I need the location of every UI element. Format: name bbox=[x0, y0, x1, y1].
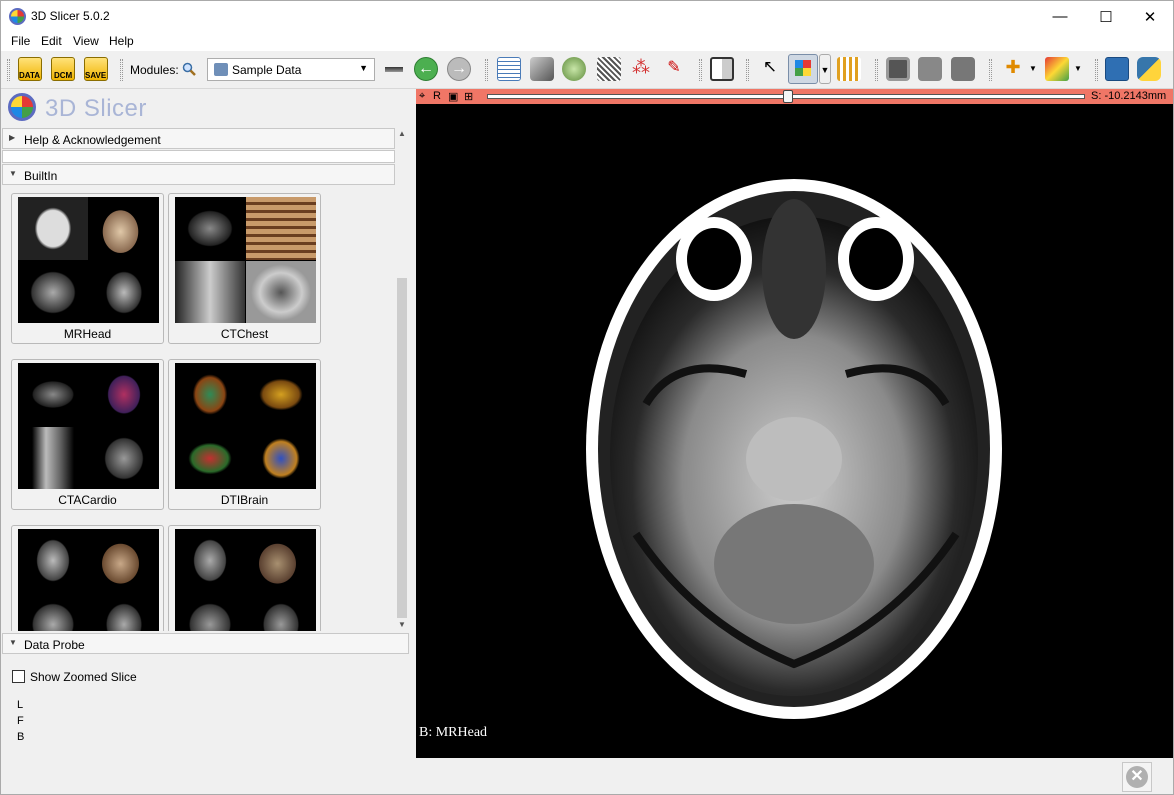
error-icon: ✕ bbox=[1126, 766, 1148, 788]
help-section-header[interactable]: ▶ Help & Acknowledgement bbox=[2, 128, 395, 149]
toolbar-grip[interactable] bbox=[989, 59, 992, 81]
load-data-button[interactable]: DATA bbox=[18, 57, 42, 81]
probe-coord-f: F bbox=[17, 715, 24, 727]
crosshair-icon[interactable]: ✚ bbox=[1001, 57, 1025, 81]
slice-offset-slider-handle[interactable] bbox=[783, 90, 793, 103]
chevron-down-icon[interactable]: ▼ bbox=[1072, 57, 1084, 81]
collapse-arrow-icon: ▼ bbox=[9, 169, 17, 178]
builtin-section-header[interactable]: ▼ BuiltIn bbox=[2, 164, 395, 185]
screenshot-icon[interactable] bbox=[886, 57, 910, 81]
probe-coord-l: L bbox=[17, 699, 24, 711]
menu-bar: File Edit View Help bbox=[1, 32, 1173, 51]
pin-icon[interactable]: ⌖ bbox=[419, 90, 425, 103]
dataset-mrbraintumor1[interactable] bbox=[11, 525, 164, 631]
module-selector[interactable]: Sample Data ▼ bbox=[207, 58, 375, 81]
layout-icon[interactable] bbox=[710, 57, 734, 81]
modules-label: Modules: bbox=[130, 63, 179, 77]
status-bar bbox=[1, 758, 1173, 794]
data-module-icon[interactable] bbox=[497, 57, 521, 81]
crosshair-settings-icon[interactable] bbox=[837, 57, 861, 81]
volumes-module-icon[interactable] bbox=[530, 57, 554, 81]
module-history-button[interactable] bbox=[383, 57, 405, 81]
window-level-button[interactable] bbox=[788, 54, 818, 84]
dataset-mrbraintumor2[interactable] bbox=[168, 525, 321, 631]
app-window: 3D Slicer 5.0.2 — ☐ ✕ File Edit View Hel… bbox=[0, 0, 1174, 795]
slicer-app-icon bbox=[9, 8, 26, 25]
toolbar-grip[interactable] bbox=[7, 59, 10, 81]
menu-file[interactable]: File bbox=[11, 34, 30, 48]
view-layout-icon[interactable]: ⊞ bbox=[464, 90, 473, 103]
slice-intersection-icon[interactable] bbox=[1045, 57, 1069, 81]
save-button[interactable]: SAVE bbox=[84, 57, 108, 81]
toolbar-grip[interactable] bbox=[875, 59, 878, 81]
probe-coord-b: B bbox=[17, 731, 25, 743]
title-bar: 3D Slicer 5.0.2 — ☐ ✕ bbox=[1, 1, 1173, 32]
builtin-dataset-grid: MRHead CTChest CTACardio DTIBrain bbox=[2, 186, 395, 631]
sample-data-search[interactable] bbox=[2, 150, 395, 163]
mrbraintumor1-thumbnail bbox=[18, 529, 159, 631]
slice-offset-value: S: -10.2143mm bbox=[1091, 90, 1167, 102]
toolbar-grip[interactable] bbox=[746, 59, 749, 81]
menu-view[interactable]: View bbox=[73, 34, 99, 48]
minimize-button[interactable]: — bbox=[1037, 1, 1083, 32]
close-button[interactable]: ✕ bbox=[1127, 1, 1173, 32]
search-icon[interactable] bbox=[182, 62, 196, 76]
ctchest-thumbnail bbox=[175, 197, 316, 323]
dicom-button[interactable]: DCM bbox=[51, 57, 75, 81]
toolbar-grip[interactable] bbox=[485, 59, 488, 81]
data-probe-section-header[interactable]: ▼ Data Probe bbox=[2, 633, 409, 654]
python-console-icon[interactable] bbox=[1137, 57, 1161, 81]
chevron-down-icon: ▼ bbox=[359, 63, 368, 73]
background-volume-label: B: MRHead bbox=[419, 725, 488, 740]
ctacardio-thumbnail bbox=[18, 363, 159, 489]
capture-view-icon[interactable] bbox=[951, 57, 975, 81]
extension-manager-icon[interactable] bbox=[1105, 57, 1129, 81]
segment-editor-icon[interactable]: ✎ bbox=[662, 57, 686, 81]
main-toolbar: DATA DCM SAVE Modules: Sample Data ▼ ← →… bbox=[1, 51, 1173, 89]
dtibrain-thumbnail bbox=[175, 363, 316, 489]
mouse-pointer-icon[interactable]: ↖ bbox=[758, 57, 782, 81]
link-icon[interactable]: ▣ bbox=[448, 90, 458, 103]
menu-help[interactable]: Help bbox=[109, 34, 134, 48]
scroll-up-icon[interactable]: ▲ bbox=[398, 129, 406, 138]
chevron-down-icon[interactable]: ▼ bbox=[819, 54, 831, 84]
show-zoomed-slice-label: Show Zoomed Slice bbox=[30, 670, 137, 684]
panel-scrollbar[interactable]: ▲ ▼ bbox=[395, 128, 409, 631]
maximize-button[interactable]: ☐ bbox=[1083, 1, 1129, 32]
dataset-ctacardio[interactable]: CTACardio bbox=[11, 359, 164, 510]
dataset-dtibrain[interactable]: DTIBrain bbox=[168, 359, 321, 510]
scroll-down-icon[interactable]: ▼ bbox=[398, 620, 406, 629]
menu-edit[interactable]: Edit bbox=[41, 34, 62, 48]
slicer-logo-icon bbox=[8, 93, 36, 121]
toolbar-grip[interactable] bbox=[1095, 59, 1098, 81]
collapse-arrow-icon: ▼ bbox=[9, 638, 17, 647]
dataset-ctchest[interactable]: CTChest bbox=[168, 193, 321, 344]
slicer-logo: 3D Slicer bbox=[5, 91, 405, 127]
toolbar-grip[interactable] bbox=[699, 59, 702, 81]
scene-view-icon[interactable] bbox=[918, 57, 942, 81]
view-orientation-label[interactable]: R bbox=[433, 90, 441, 102]
models-module-icon[interactable] bbox=[562, 57, 586, 81]
window-title: 3D Slicer 5.0.2 bbox=[31, 9, 110, 23]
mrbraintumor2-thumbnail bbox=[175, 529, 316, 631]
module-selected: Sample Data bbox=[232, 63, 302, 77]
scrollbar-thumb[interactable] bbox=[397, 278, 407, 618]
logo-text: 3D Slicer bbox=[45, 95, 147, 122]
puzzle-icon bbox=[214, 63, 228, 76]
mrhead-thumbnail bbox=[18, 197, 159, 323]
show-zoomed-slice-checkbox[interactable] bbox=[12, 670, 25, 683]
dataset-mrhead[interactable]: MRHead bbox=[11, 193, 164, 344]
error-log-button[interactable]: ✕ bbox=[1122, 762, 1152, 792]
red-slice-view[interactable] bbox=[416, 104, 1173, 758]
expand-arrow-icon: ▶ bbox=[9, 133, 16, 142]
transforms-module-icon[interactable] bbox=[597, 57, 621, 81]
axial-mri-slice bbox=[586, 179, 1002, 719]
chevron-down-icon[interactable]: ▼ bbox=[1027, 57, 1039, 81]
forward-arrow-icon[interactable]: → bbox=[447, 57, 471, 81]
markups-module-icon[interactable]: ⁂ bbox=[629, 57, 653, 81]
back-arrow-icon[interactable]: ← bbox=[414, 57, 438, 81]
toolbar-grip[interactable] bbox=[120, 59, 123, 81]
